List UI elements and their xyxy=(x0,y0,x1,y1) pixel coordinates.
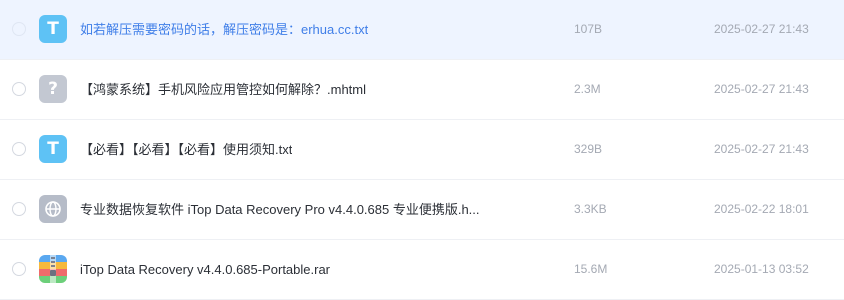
txt-file-icon: T xyxy=(39,15,67,43)
file-row[interactable]: T 【必看】【必看】【必看】使用须知.txt 329B 2025-02-27 2… xyxy=(0,120,844,180)
unknown-file-icon-glyph: ? xyxy=(48,78,58,99)
zip-archive-icon xyxy=(39,255,67,283)
file-size: 3.3KB xyxy=(574,202,607,216)
file-size: 2.3M xyxy=(574,82,601,96)
web-file-icon xyxy=(39,195,67,223)
file-row[interactable]: iTop Data Recovery v4.4.0.685-Portable.r… xyxy=(0,240,844,300)
row-checkbox[interactable] xyxy=(12,202,26,216)
txt-file-icon-glyph: T xyxy=(47,18,59,39)
file-name[interactable]: 【必看】【必看】【必看】使用须知.txt xyxy=(80,120,292,179)
file-row[interactable]: ? 【鸿蒙系统】手机风险应用管控如何解除？.mhtml 2.3M 2025-02… xyxy=(0,60,844,120)
globe-icon xyxy=(45,201,61,217)
file-row[interactable]: T 如若解压需要密码的话，解压密码是：erhua.cc.txt 107B 202… xyxy=(0,0,844,60)
row-checkbox[interactable] xyxy=(12,82,26,96)
file-size: 15.6M xyxy=(574,262,608,276)
file-date: 2025-02-22 18:01 xyxy=(714,202,809,216)
file-name[interactable]: 【鸿蒙系统】手机风险应用管控如何解除？.mhtml xyxy=(80,60,366,119)
file-name[interactable]: 如若解压需要密码的话，解压密码是：erhua.cc.txt xyxy=(80,0,368,59)
archive-file-icon xyxy=(39,255,67,283)
txt-file-icon: T xyxy=(39,135,67,163)
file-size: 107B xyxy=(574,22,603,36)
row-checkbox[interactable] xyxy=(12,22,26,36)
file-size: 329B xyxy=(574,142,603,156)
row-checkbox[interactable] xyxy=(12,262,26,276)
file-date: 2025-01-13 03:52 xyxy=(714,262,809,276)
file-date: 2025-02-27 21:43 xyxy=(714,82,809,96)
file-date: 2025-02-27 21:43 xyxy=(714,22,809,36)
file-list: T 如若解压需要密码的话，解压密码是：erhua.cc.txt 107B 202… xyxy=(0,0,844,300)
file-name[interactable]: 专业数据恢复软件 iTop Data Recovery Pro v4.4.0.6… xyxy=(80,180,480,239)
file-date: 2025-02-27 21:43 xyxy=(714,142,809,156)
row-checkbox[interactable] xyxy=(12,142,26,156)
unknown-file-icon: ? xyxy=(39,75,67,103)
txt-file-icon-glyph: T xyxy=(47,138,59,159)
file-name[interactable]: iTop Data Recovery v4.4.0.685-Portable.r… xyxy=(80,240,330,299)
file-row[interactable]: 专业数据恢复软件 iTop Data Recovery Pro v4.4.0.6… xyxy=(0,180,844,240)
